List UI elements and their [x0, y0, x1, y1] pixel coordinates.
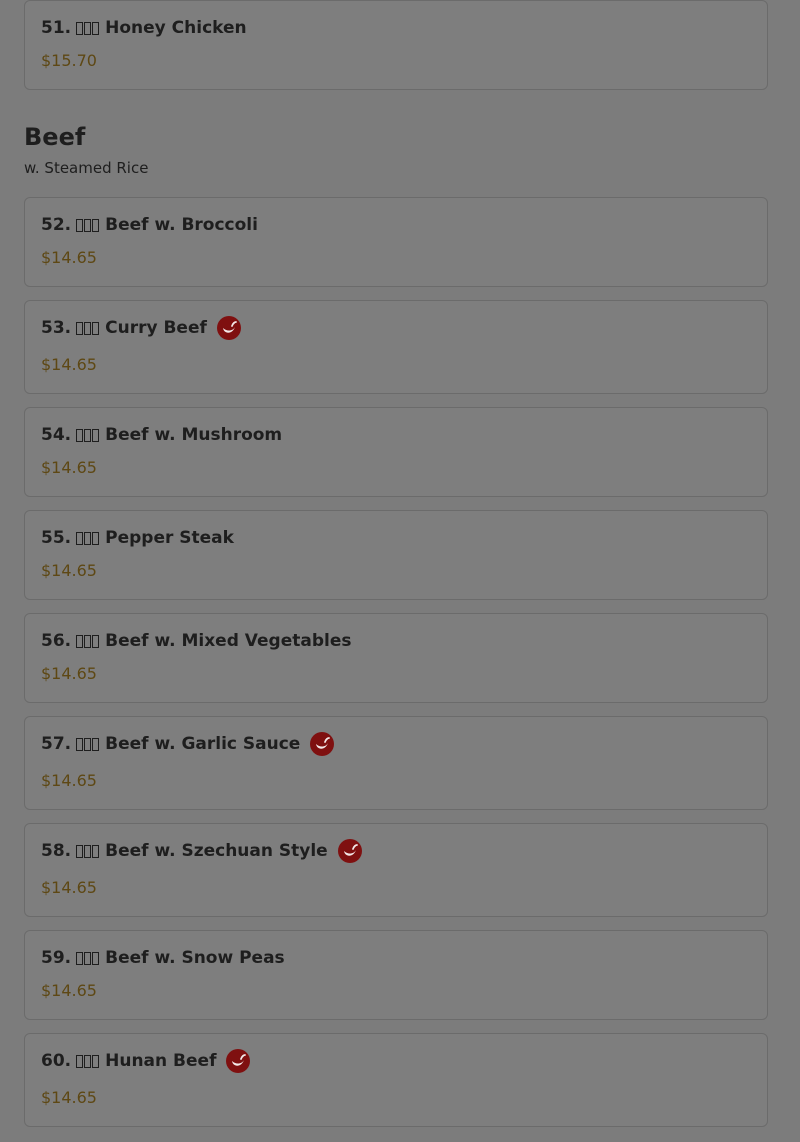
item-title: 60. Hunan Beef: [41, 1049, 251, 1073]
item-name: Beef w. Mushroom: [105, 425, 283, 445]
item-title: 52. Beef w. Broccoli: [41, 213, 258, 237]
chinese-name-glyphs: [76, 531, 100, 545]
item-name: Hunan Beef: [105, 1051, 217, 1071]
item-name: Beef w. Garlic Sauce: [105, 734, 301, 754]
item-title: 57. Beef w. Garlic Sauce: [41, 732, 335, 756]
chinese-name-glyphs: [76, 21, 100, 35]
item-number: 52.: [41, 215, 72, 235]
section-subtitle: w. Steamed Rice: [24, 159, 149, 177]
menu-item-54[interactable]: 54. Beef w. Mushroom $14.65: [24, 407, 768, 497]
item-price: $14.65: [41, 561, 97, 580]
item-number: 59.: [41, 948, 72, 968]
item-name: Beef w. Snow Peas: [105, 948, 285, 968]
menu-content: 51. Honey Chicken $15.70 Beef w. Steamed…: [24, 0, 768, 1140]
chinese-name-glyphs: [76, 321, 100, 335]
chili-pepper-icon: [226, 1049, 251, 1073]
item-price: $14.65: [41, 458, 97, 477]
menu-item-60[interactable]: 60. Hunan Beef $14.65: [24, 1033, 768, 1127]
item-price: $15.70: [41, 51, 97, 70]
menu-item-51[interactable]: 51. Honey Chicken $15.70: [24, 0, 768, 90]
item-price: $14.65: [41, 355, 97, 374]
chinese-name-glyphs: [76, 634, 100, 648]
menu-item-55[interactable]: 55. Pepper Steak $14.65: [24, 510, 768, 600]
item-title: 55. Pepper Steak: [41, 526, 234, 550]
item-name: Beef w. Broccoli: [105, 215, 258, 235]
item-name: Curry Beef: [105, 318, 207, 338]
chinese-name-glyphs: [76, 218, 100, 232]
item-number: 57.: [41, 734, 72, 754]
chinese-name-glyphs: [76, 428, 100, 442]
menu-item-59[interactable]: 59. Beef w. Snow Peas $14.65: [24, 930, 768, 1020]
menu-item-53[interactable]: 53. Curry Beef $14.65: [24, 300, 768, 394]
item-price: $14.65: [41, 1088, 97, 1107]
item-title: 54. Beef w. Mushroom: [41, 423, 282, 447]
menu-item-52[interactable]: 52. Beef w. Broccoli $14.65: [24, 197, 768, 287]
item-title: 53. Curry Beef: [41, 316, 241, 340]
item-number: 60.: [41, 1051, 72, 1071]
item-name: Beef w. Mixed Vegetables: [105, 631, 352, 651]
item-price: $14.65: [41, 771, 97, 790]
chinese-name-glyphs: [76, 1054, 100, 1068]
menu-item-56[interactable]: 56. Beef w. Mixed Vegetables $14.65: [24, 613, 768, 703]
chili-pepper-icon: [337, 839, 362, 863]
item-number: 53.: [41, 318, 72, 338]
chinese-name-glyphs: [76, 844, 100, 858]
chinese-name-glyphs: [76, 951, 100, 965]
chili-pepper-icon: [310, 732, 335, 756]
item-number: 51.: [41, 18, 72, 38]
item-title: 51. Honey Chicken: [41, 16, 247, 40]
item-price: $14.65: [41, 248, 97, 267]
item-name: Pepper Steak: [105, 528, 234, 548]
section-title: Beef: [24, 123, 86, 151]
menu-item-58[interactable]: 58. Beef w. Szechuan Style $14.65: [24, 823, 768, 917]
item-title: 56. Beef w. Mixed Vegetables: [41, 629, 351, 653]
item-title: 59. Beef w. Snow Peas: [41, 946, 285, 970]
chinese-name-glyphs: [76, 737, 100, 751]
item-number: 55.: [41, 528, 72, 548]
item-price: $14.65: [41, 878, 97, 897]
chili-pepper-icon: [216, 316, 241, 340]
item-title: 58. Beef w. Szechuan Style: [41, 839, 362, 863]
item-price: $14.65: [41, 981, 97, 1000]
item-number: 56.: [41, 631, 72, 651]
menu-item-57[interactable]: 57. Beef w. Garlic Sauce $14.65: [24, 716, 768, 810]
item-name: Beef w. Szechuan Style: [105, 841, 328, 861]
item-number: 54.: [41, 425, 72, 445]
item-number: 58.: [41, 841, 72, 861]
item-name: Honey Chicken: [105, 18, 247, 38]
item-price: $14.65: [41, 664, 97, 683]
